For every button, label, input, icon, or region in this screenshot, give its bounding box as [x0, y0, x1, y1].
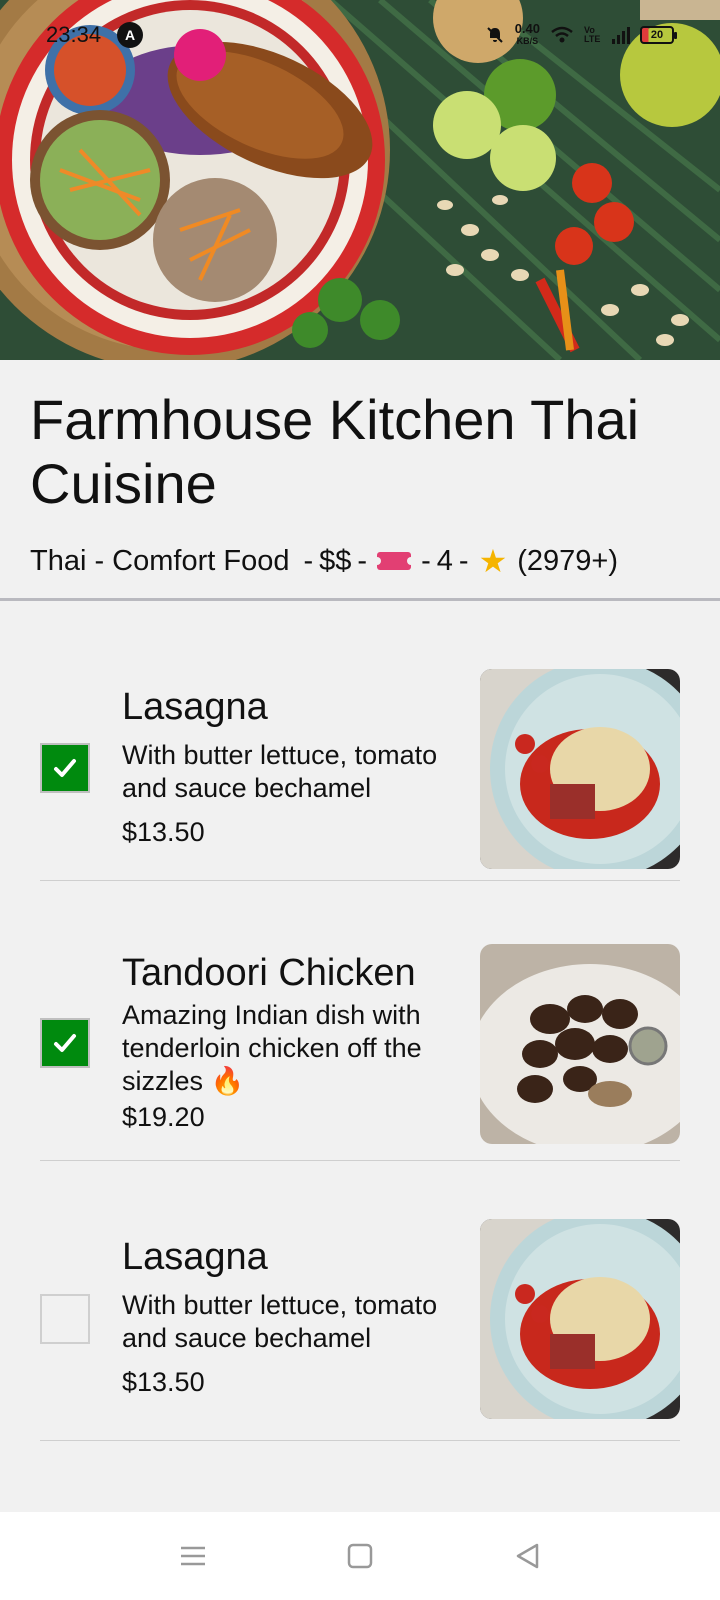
signal-icon: [612, 26, 630, 44]
network-speed-unit: KB/S: [516, 36, 539, 46]
separator: -: [421, 544, 431, 577]
back-icon: [516, 1543, 538, 1569]
restaurant-cuisine: Thai - Comfort Food: [30, 544, 290, 577]
separator: -: [357, 544, 368, 577]
menu-item-description: With butter lettuce, tomato and sauce be…: [122, 1290, 438, 1353]
ticket-icon: [373, 552, 416, 570]
separator: -: [458, 544, 469, 577]
app-notification-icon: A: [117, 22, 144, 48]
menu-item-name: Tandoori Chicken: [122, 952, 416, 994]
menu-item-photo-lasagna: [480, 669, 680, 869]
status-bar: 23:34 A 0.40 KB/S Vo LTE 20: [0, 0, 720, 70]
restaurant-name: Farmhouse Kitchen Thai Cuisine: [30, 388, 640, 515]
network-speed: 0.40 KB/S: [514, 21, 540, 47]
menu-item-checkbox[interactable]: [40, 743, 90, 793]
menu-item-description: With butter lettuce, tomato and sauce be…: [122, 740, 438, 803]
restaurant-header: Farmhouse Kitchen Thai Cuisine Thai - Co…: [0, 360, 720, 601]
back-nav-button[interactable]: [507, 1536, 547, 1576]
menu-item-photo-lasagna: [480, 1219, 680, 1419]
volte-label: Vo LTE: [584, 25, 601, 44]
network-speed-value: 0.40: [514, 21, 540, 36]
separator: -: [303, 544, 314, 577]
restaurant-price-range: $$: [319, 544, 352, 577]
menu-item-text: Lasagna With butter lettuce, tomato and …: [122, 685, 467, 848]
mute-bell-icon: [486, 27, 503, 43]
menu-item-checkbox[interactable]: [40, 1294, 90, 1344]
wifi-icon: [551, 26, 573, 43]
restaurant-rating: 4: [436, 544, 453, 577]
menu-item[interactable]: Lasagna With butter lettuce, tomato and …: [40, 601, 680, 881]
menu-item-price: $13.50: [122, 817, 205, 847]
battery-icon: 20: [640, 26, 677, 44]
menu-item-price: $19.20: [122, 1102, 205, 1132]
system-navigation-bar: [0, 1512, 720, 1600]
menu-item[interactable]: Lasagna With butter lettuce, tomato and …: [40, 1161, 680, 1441]
restaurant-info-line: Thai - Comfort Food - $$ - - 4 - ★ (2979…: [30, 542, 690, 580]
status-left: 23:34 A: [46, 22, 144, 48]
menu-item-price: $13.50: [122, 1367, 205, 1397]
restaurant-review-count: (2979+): [517, 544, 619, 577]
home-nav-button[interactable]: [340, 1536, 380, 1576]
status-right: 0.40 KB/S Vo LTE 20: [485, 21, 677, 47]
menu-item[interactable]: Tandoori Chicken Amazing Indian dish wit…: [40, 881, 680, 1161]
status-time: 23:34: [46, 22, 102, 47]
menu-item-text: Tandoori Chicken Amazing Indian dish wit…: [122, 951, 467, 1133]
star-icon: ★: [478, 543, 508, 579]
menu-item-description: Amazing Indian dish with tenderloin chic…: [122, 1000, 422, 1096]
menu-icon: [181, 1546, 206, 1566]
menu-item-checkbox[interactable]: [40, 1018, 90, 1068]
menu-nav-button[interactable]: [173, 1536, 213, 1576]
menu-item-photo-tandoori-chicken: [480, 944, 680, 1144]
checkmark-icon: [54, 1034, 76, 1052]
menu-item-text: Lasagna With butter lettuce, tomato and …: [122, 1235, 467, 1398]
checkmark-icon: [54, 759, 76, 777]
menu-item-name: Lasagna: [122, 1236, 268, 1278]
menu-item-name: Lasagna: [122, 686, 268, 728]
home-icon: [347, 1543, 373, 1569]
